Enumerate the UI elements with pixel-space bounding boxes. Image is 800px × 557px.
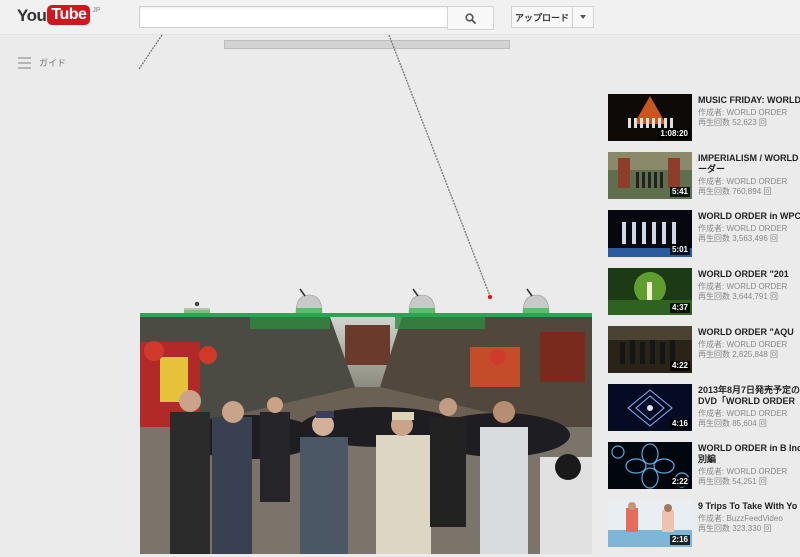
search-button[interactable] <box>447 6 494 30</box>
related-video-channel: 作成者: WORLD ORDER <box>698 282 788 291</box>
turret-dome-2 <box>408 288 436 314</box>
trajectory-line-left <box>138 34 163 70</box>
related-video-title[interactable]: WORLD ORDER in WPC <box>698 211 800 222</box>
logo-region-label: JP <box>92 7 101 14</box>
turret-dome-3 <box>522 288 550 314</box>
related-video-title[interactable]: 2013年8月7日発売予定の DVD「WORLD ORDER <box>698 385 800 407</box>
related-video-channel: 作成者: BuzzFeedVideo <box>698 514 783 523</box>
search-input[interactable] <box>139 6 454 28</box>
chevron-down-icon <box>580 15 586 19</box>
video-duration: 5:01 <box>669 245 690 255</box>
related-video-item[interactable]: 4:16 2013年8月7日発売予定の DVD「WORLD ORDER 作成者:… <box>607 383 800 441</box>
video-thumbnail[interactable]: 4:22 <box>608 326 692 373</box>
video-thumbnail[interactable]: 5:41 <box>608 152 692 199</box>
trajectory-line-right <box>388 34 491 297</box>
logo-tube-text: Tube <box>47 5 91 25</box>
related-video-views: 再生回数 52,623 回 <box>698 118 767 127</box>
video-player[interactable] <box>140 317 592 554</box>
video-duration: 2:22 <box>669 477 690 487</box>
related-video-channel: 作成者: WORLD ORDER <box>698 409 788 418</box>
related-video-channel: 作成者: WORLD ORDER <box>698 224 788 233</box>
video-duration: 4:22 <box>669 361 690 371</box>
related-video-item[interactable]: 2:16 9 Trips To Take With Yo 作成者: BuzzFe… <box>607 499 800 557</box>
video-frame-image <box>140 317 592 554</box>
related-video-item[interactable]: 4:37 WORLD ORDER "201 作成者: WORLD ORDER 再… <box>607 267 800 325</box>
logo-you-text: You <box>17 6 47 25</box>
related-video-views: 再生回数 760,894 回 <box>698 187 772 196</box>
turret-dome-1 <box>295 288 323 314</box>
upload-button[interactable]: アップロード <box>511 6 573 28</box>
video-thumbnail[interactable]: 2:22 <box>608 442 692 489</box>
related-video-item[interactable]: 1:08:20 MUSIC FRIDAY: WORLD 作成者: WORLD O… <box>607 93 800 151</box>
video-thumbnail[interactable]: 1:08:20 <box>608 94 692 141</box>
related-video-title[interactable]: IMPERIALISM / WORLD オーダー <box>698 153 800 175</box>
related-video-channel: 作成者: WORLD ORDER <box>698 340 788 349</box>
turret-small-left <box>184 301 210 313</box>
video-thumbnail[interactable]: 5:01 <box>608 210 692 257</box>
guide-button[interactable]: ガイド <box>18 56 66 69</box>
related-video-item[interactable]: 5:01 WORLD ORDER in WPC 作成者: WORLD ORDER… <box>607 209 800 267</box>
related-video-title[interactable]: MUSIC FRIDAY: WORLD <box>698 95 800 106</box>
guide-label: ガイド <box>39 58 67 68</box>
video-duration: 4:37 <box>669 303 690 313</box>
related-video-item[interactable]: 2:22 WORLD ORDER in B Inc. 特別編 作成者: WORL… <box>607 441 800 499</box>
related-video-channel: 作成者: WORLD ORDER <box>698 108 788 117</box>
related-video-views: 再生回数 3,563,496 回 <box>698 234 779 243</box>
related-video-views: 再生回数 323,330 回 <box>698 524 772 533</box>
related-video-views: 再生回数 54,251 回 <box>698 477 767 486</box>
related-video-views: 再生回数 3,644,791 回 <box>698 292 779 301</box>
related-video-title[interactable]: WORLD ORDER "201 <box>698 269 800 280</box>
projectile-dot <box>488 295 492 299</box>
related-video-views: 再生回数 2,825,848 回 <box>698 350 779 359</box>
video-duration: 5:41 <box>669 187 690 197</box>
youtube-logo[interactable]: You Tube JP <box>17 5 101 27</box>
related-video-channel: 作成者: WORLD ORDER <box>698 467 788 476</box>
menu-icon <box>18 56 31 69</box>
related-video-title[interactable]: WORLD ORDER "AQU <box>698 327 800 338</box>
related-video-item[interactable]: 5:41 IMPERIALISM / WORLD オーダー 作成者: WORLD… <box>607 151 800 209</box>
related-video-channel: 作成者: WORLD ORDER <box>698 177 788 186</box>
player-progress-bar[interactable] <box>224 40 510 49</box>
related-video-title[interactable]: WORLD ORDER in B Inc. 特別編 <box>698 443 800 465</box>
video-thumbnail[interactable]: 4:37 <box>608 268 692 315</box>
related-videos-list: 1:08:20 MUSIC FRIDAY: WORLD 作成者: WORLD O… <box>607 93 800 557</box>
video-thumbnail[interactable]: 4:16 <box>608 384 692 431</box>
related-video-views: 再生回数 85,604 回 <box>698 419 767 428</box>
related-video-item[interactable]: 4:22 WORLD ORDER "AQU 作成者: WORLD ORDER 再… <box>607 325 800 383</box>
video-thumbnail[interactable]: 2:16 <box>608 500 692 547</box>
masthead: You Tube JP アップロード <box>0 0 800 35</box>
upload-menu-button[interactable] <box>572 6 594 28</box>
video-duration: 1:08:20 <box>658 129 690 139</box>
search-icon <box>465 12 476 24</box>
video-duration: 4:16 <box>669 419 690 429</box>
related-video-title[interactable]: 9 Trips To Take With Yo <box>698 501 800 512</box>
video-duration: 2:16 <box>669 535 690 545</box>
